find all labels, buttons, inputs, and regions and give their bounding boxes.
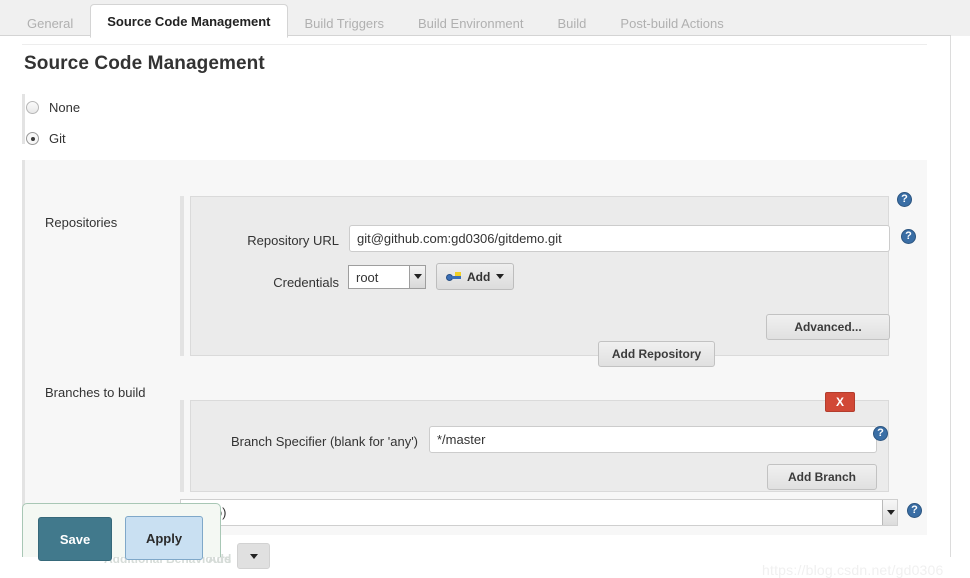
branch-specifier-input[interactable] [429, 426, 877, 453]
advanced-button[interactable]: Advanced... [766, 314, 890, 340]
tab-bar-filler [951, 0, 970, 36]
page-right-margin [951, 36, 970, 557]
repository-browser-help-icon[interactable]: ? [907, 503, 922, 518]
git-section-gutter [22, 160, 25, 535]
config-page: Source Code Management None Git Reposito… [0, 36, 951, 578]
tab-source-code-management[interactable]: Source Code Management [90, 4, 288, 38]
scm-option-none-label: None [49, 100, 81, 115]
delete-branch-button[interactable]: X [825, 392, 855, 412]
save-button[interactable]: Save [38, 517, 112, 561]
chevron-down-icon [249, 553, 258, 559]
scm-option-git-label: Git [49, 131, 66, 146]
title-divider [22, 44, 927, 45]
chevron-down-icon[interactable] [882, 500, 897, 525]
radio-none-icon[interactable] [26, 101, 39, 114]
tab-general[interactable]: General [10, 8, 90, 37]
watermark: https://blog.csdn.net/gd0306 [762, 562, 944, 578]
repositories-help-icon[interactable]: ? [897, 192, 912, 207]
chevron-down-icon[interactable] [409, 266, 425, 288]
branches-panel: Branch Specifier (blank for 'any') Add B… [190, 400, 889, 492]
add-behaviour-dropdown-button[interactable] [237, 543, 270, 569]
add-credentials-button[interactable]: Add [436, 263, 514, 290]
repositories-vertical-rule [180, 196, 184, 356]
repository-url-input[interactable] [349, 225, 890, 252]
repository-browser-select[interactable]: (Auto) [180, 499, 898, 526]
chevron-down-icon[interactable] [496, 274, 505, 279]
repositories-row-label: Repositories [45, 215, 118, 230]
apply-button[interactable]: Apply [125, 516, 203, 560]
credentials-label: Credentials [273, 275, 339, 290]
repository-url-label: Repository URL [247, 233, 339, 248]
scm-option-none[interactable]: None [22, 94, 927, 125]
branch-specifier-label: Branch Specifier (blank for 'any') [230, 434, 418, 449]
credentials-select[interactable]: root [348, 265, 426, 289]
key-icon [446, 271, 461, 282]
config-tab-bar: General Source Code Management Build Tri… [0, 0, 970, 38]
tab-post-build-actions[interactable]: Post-build Actions [603, 8, 740, 37]
tab-list: General Source Code Management Build Tri… [10, 0, 741, 38]
add-branch-button[interactable]: Add Branch [767, 464, 877, 490]
tab-build[interactable]: Build [541, 8, 604, 37]
branches-vertical-rule [180, 400, 184, 492]
git-config-section: Repositories Repository URL ? Credential… [22, 160, 927, 569]
repositories-panel: Repository URL ? Credentials root Add Ad… [190, 196, 916, 356]
tab-build-triggers[interactable]: Build Triggers [288, 8, 401, 37]
branches-row-label: Branches to build [45, 385, 146, 400]
page-title: Source Code Management [24, 53, 265, 74]
add-credentials-label: Add [467, 269, 491, 284]
scm-option-git[interactable]: Git [22, 125, 927, 156]
radio-git-icon[interactable] [26, 132, 39, 145]
tab-build-environment[interactable]: Build Environment [401, 8, 541, 37]
credentials-select-value: root [356, 270, 379, 285]
repository-url-help-icon[interactable]: ? [901, 229, 916, 244]
scm-radio-group: None Git [22, 94, 927, 156]
add-repository-button[interactable]: Add Repository [598, 341, 715, 367]
branch-specifier-help-icon[interactable]: ? [873, 426, 888, 441]
